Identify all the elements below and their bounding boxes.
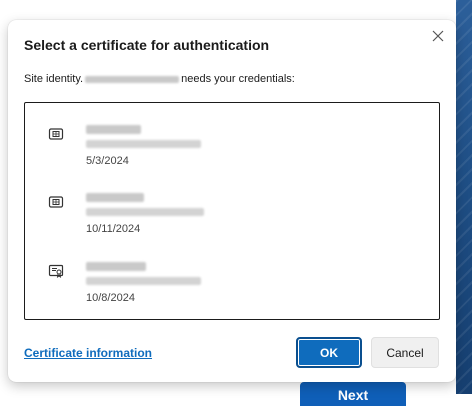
certificate-date: 10/11/2024 [86, 223, 141, 235]
ok-button[interactable]: OK [296, 337, 362, 368]
site-identity-line: Site identity. needs your credentials: [24, 73, 295, 85]
smartcard-chip-icon [48, 196, 64, 208]
redacted-certificate-name [86, 193, 144, 202]
redacted-certificate-name [86, 262, 146, 271]
close-button[interactable] [428, 26, 448, 46]
redacted-site-name [85, 75, 180, 83]
background-window-edge [456, 0, 472, 394]
redacted-certificate-issuer [86, 208, 204, 216]
close-icon [432, 30, 444, 42]
background-next-button[interactable]: Next [300, 382, 406, 406]
redacted-certificate-name [86, 125, 141, 134]
site-identity-prefix: Site identity. [24, 73, 84, 85]
cancel-button[interactable]: Cancel [371, 337, 439, 368]
certificate-date: 5/3/2024 [86, 155, 129, 167]
certificate-information-link[interactable]: Certificate information [24, 346, 152, 360]
certificate-selection-dialog: Select a certificate for authentication … [8, 20, 456, 382]
certificate-item[interactable]: 10/11/2024 [25, 191, 439, 251]
redacted-certificate-issuer [86, 277, 201, 285]
redacted-certificate-issuer [86, 140, 201, 148]
smartcard-chip-icon [48, 128, 64, 140]
site-identity-suffix: needs your credentials: [181, 73, 295, 85]
certificate-list: 5/3/2024 10/11/2024 10/8/2024 [24, 102, 440, 320]
certificate-item[interactable]: 10/8/2024 [25, 260, 439, 320]
dialog-title: Select a certificate for authentication [24, 37, 270, 53]
certificate-document-icon [48, 264, 64, 278]
certificate-item[interactable]: 5/3/2024 [25, 123, 439, 183]
certificate-date: 10/8/2024 [86, 292, 135, 304]
